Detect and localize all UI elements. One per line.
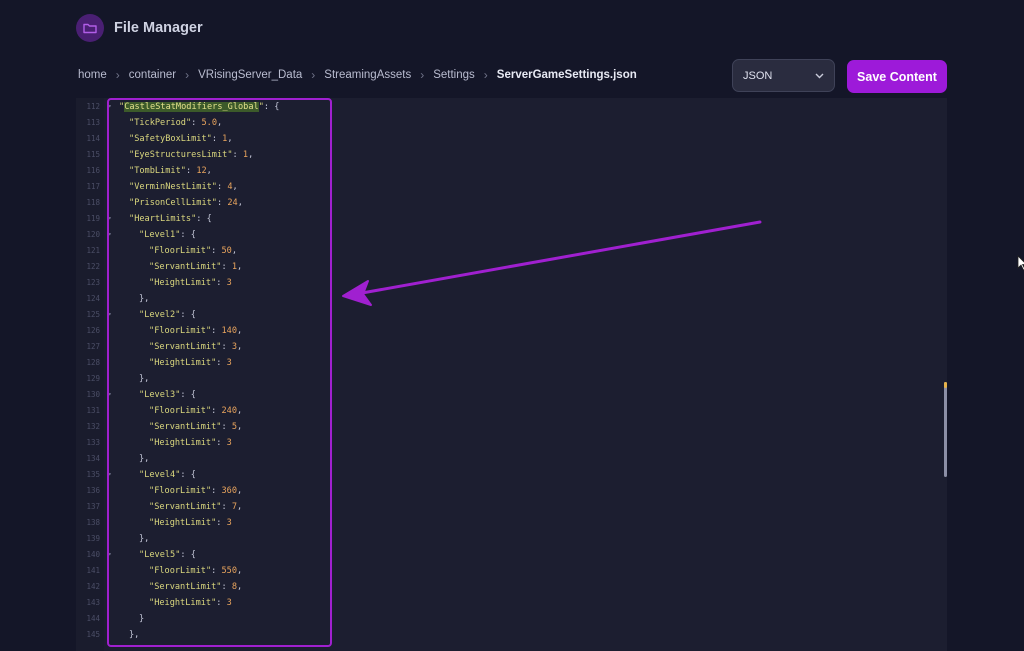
annotation-arrow-icon	[342, 220, 762, 306]
mouse-cursor-icon	[1017, 255, 1024, 271]
